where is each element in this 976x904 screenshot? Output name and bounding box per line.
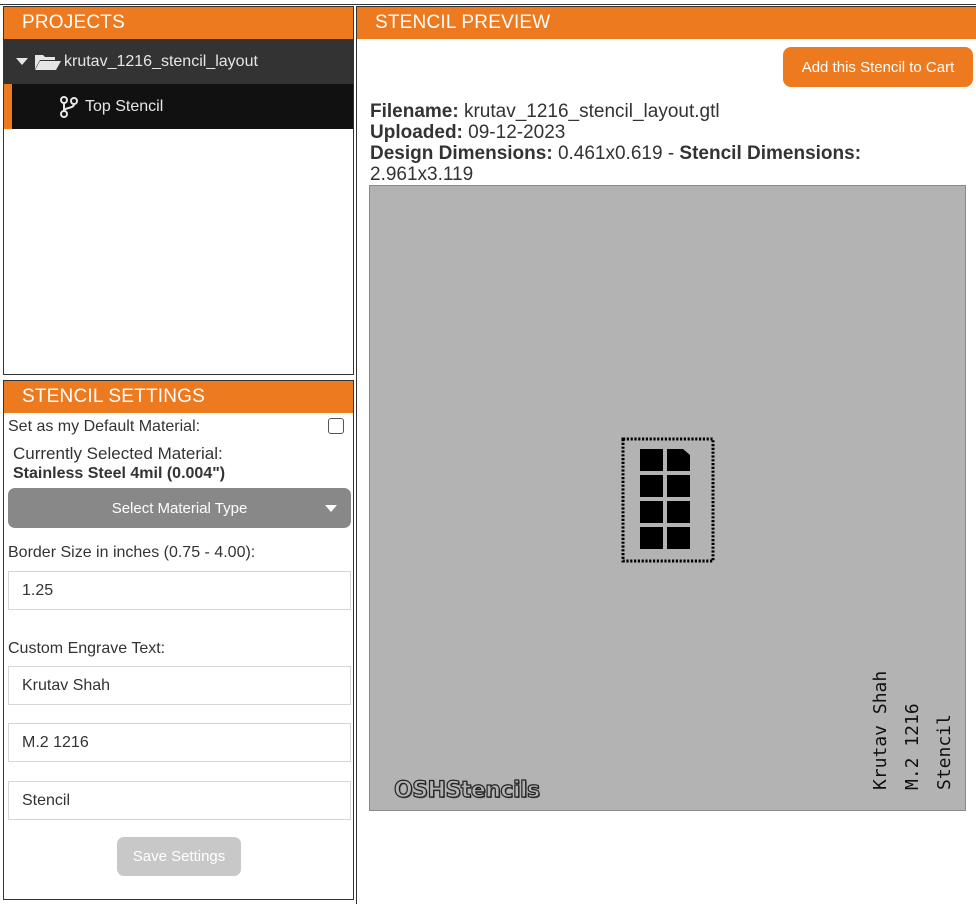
default-material-checkbox[interactable] xyxy=(328,418,344,434)
engrave-line1-input[interactable]: Krutav Shah xyxy=(8,666,351,705)
project-folder-label: krutav_1216_stencil_layout xyxy=(64,52,258,70)
border-size-input[interactable]: 1.25 xyxy=(8,571,351,610)
select-material-label: Select Material Type xyxy=(111,499,248,517)
tree-item-label: Top Stencil xyxy=(85,97,164,115)
add-to-cart-button[interactable]: Add this Stencil to Cart xyxy=(783,47,973,87)
stencil-footprint xyxy=(621,437,715,563)
filename-row: Filename: krutav_1216_stencil_layout.gtl xyxy=(370,101,720,122)
stencil-dimensions-value: 2.961x3.119 xyxy=(370,164,474,185)
filename-value: krutav_1216_stencil_layout.gtl xyxy=(463,101,720,122)
dimensions-row: Design Dimensions: 0.461x0.619 - Stencil… xyxy=(370,143,930,185)
stencil-dimensions-label: Stencil Dimensions: xyxy=(679,143,862,164)
oshstencils-logo: OSHStencils xyxy=(393,777,540,803)
dimensions-separator: - xyxy=(667,143,675,164)
projects-header: PROJECTS xyxy=(4,7,353,39)
select-material-dropdown[interactable]: Select Material Type xyxy=(8,488,351,528)
engrave-line2-input[interactable]: M.2 1216 xyxy=(8,723,351,762)
save-settings-button[interactable]: Save Settings xyxy=(117,837,241,876)
stencil-settings-panel: STENCIL SETTINGS Set as my Default Mater… xyxy=(3,380,354,900)
border-size-label: Border Size in inches (0.75 - 4.00): xyxy=(8,544,256,561)
engrave-line3-input[interactable]: Stencil xyxy=(8,781,351,820)
engrave-preview-line1: Krutav Shah xyxy=(870,670,891,790)
dropdown-arrow-icon xyxy=(325,505,337,512)
design-dimensions-value: 0.461x0.619 xyxy=(557,143,663,164)
engrave-preview-line2: M.2 1216 xyxy=(902,703,923,790)
code-branch-icon xyxy=(60,95,78,118)
engrave-preview-line3: Stencil xyxy=(934,714,955,790)
folder-open-icon xyxy=(35,54,61,70)
selected-accent-bar xyxy=(4,84,12,129)
default-material-label: Set as my Default Material: xyxy=(8,418,201,435)
uploaded-label: Uploaded: xyxy=(370,122,463,143)
preview-header: STENCIL PREVIEW xyxy=(357,7,976,39)
current-material-value: Stainless Steel 4mil (0.004") xyxy=(13,465,226,482)
settings-header: STENCIL SETTINGS xyxy=(4,381,353,413)
stencil-preview-image: OSHStencils Krutav Shah M.2 1216 Stencil xyxy=(369,185,966,811)
engrave-text-label: Custom Engrave Text: xyxy=(8,640,166,657)
filename-label: Filename: xyxy=(370,101,459,122)
current-material-label: Currently Selected Material: xyxy=(13,444,223,463)
tree-item-top-stencil[interactable]: Top Stencil xyxy=(4,84,353,129)
uploaded-row: Uploaded: 09-12-2023 xyxy=(370,122,565,143)
project-folder-item[interactable]: krutav_1216_stencil_layout xyxy=(4,39,353,84)
uploaded-value: 09-12-2023 xyxy=(468,122,566,143)
top-border xyxy=(0,0,976,5)
caret-down-icon[interactable] xyxy=(16,58,28,65)
stencil-preview-panel: STENCIL PREVIEW Add this Stencil to Cart… xyxy=(356,6,976,904)
projects-panel: PROJECTS krutav_1216_stencil_layout Top … xyxy=(3,6,354,375)
design-dimensions-label: Design Dimensions: xyxy=(370,143,553,164)
